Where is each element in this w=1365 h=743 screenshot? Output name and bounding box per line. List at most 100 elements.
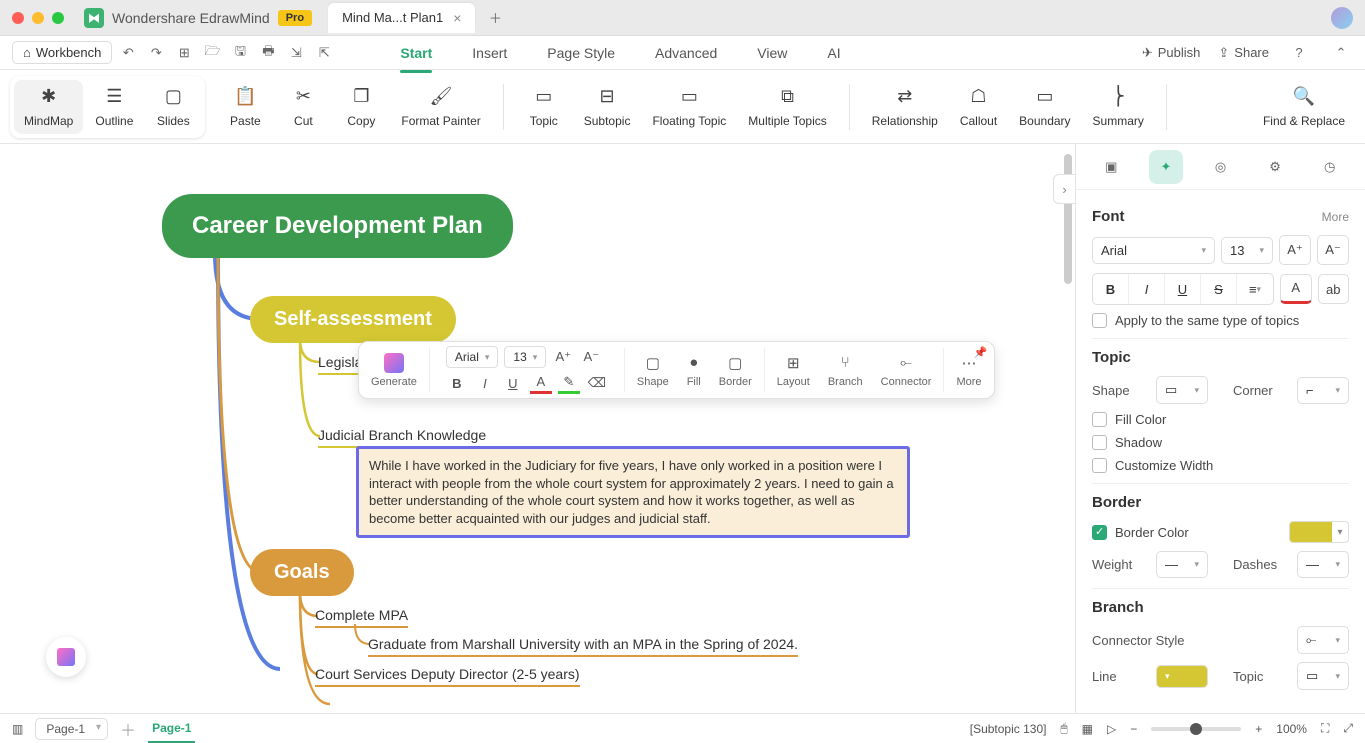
- grid-icon[interactable]: ▦: [1082, 722, 1093, 736]
- present-icon[interactable]: ▷: [1107, 722, 1116, 736]
- underline-toggle[interactable]: U: [1165, 274, 1201, 304]
- tab-start[interactable]: Start: [400, 41, 432, 65]
- clear-format-button[interactable]: ⌫: [586, 372, 608, 394]
- summary-button[interactable]: ⎬Summary: [1083, 80, 1154, 134]
- font-family-dropdown[interactable]: Arial▾: [1092, 237, 1215, 264]
- fit-screen-button[interactable]: ⛶: [1321, 721, 1329, 736]
- decrease-font-panel-button[interactable]: A⁻: [1317, 235, 1349, 265]
- branch-line-color[interactable]: ▾: [1156, 665, 1208, 688]
- collapse-ribbon-button[interactable]: ⌃: [1329, 41, 1353, 65]
- font-color-button[interactable]: A: [530, 372, 552, 394]
- workbench-button[interactable]: ⌂ Workbench: [12, 41, 112, 64]
- connector-button[interactable]: ⟜Connector: [873, 349, 940, 392]
- border-color-checkbox[interactable]: Border Color: [1092, 525, 1283, 540]
- paste-button[interactable]: 📋Paste: [217, 80, 273, 134]
- close-tab-icon[interactable]: ×: [453, 10, 461, 26]
- help-button[interactable]: ?: [1287, 41, 1311, 65]
- panel-tab-ai[interactable]: ✦: [1149, 150, 1183, 184]
- fullscreen-button[interactable]: ⤢: [1343, 721, 1353, 736]
- tab-insert[interactable]: Insert: [472, 41, 507, 65]
- pin-icon[interactable]: 📌: [974, 346, 988, 359]
- weight-dropdown[interactable]: ―▾: [1156, 551, 1208, 578]
- find-replace-button[interactable]: 🔍Find & Replace: [1253, 80, 1355, 134]
- ai-generate-button[interactable]: Generate: [363, 349, 425, 392]
- shape-dropdown[interactable]: ▭▾: [1156, 376, 1208, 404]
- open-file-button[interactable]: 🗁: [200, 41, 224, 65]
- apply-same-type-checkbox[interactable]: Apply to the same type of topics: [1092, 313, 1349, 328]
- node-complete-mpa[interactable]: Complete MPA: [315, 607, 408, 628]
- add-page-button[interactable]: ＋: [120, 717, 136, 741]
- tab-page-style[interactable]: Page Style: [547, 41, 615, 65]
- tab-advanced[interactable]: Advanced: [655, 41, 717, 65]
- node-graduate[interactable]: Graduate from Marshall University with a…: [368, 636, 798, 657]
- font-size-select[interactable]: 13▾: [504, 346, 546, 368]
- collapse-panel-button[interactable]: ›: [1053, 174, 1075, 204]
- bold-toggle[interactable]: B: [1093, 274, 1129, 304]
- border-button[interactable]: ▢Border: [711, 349, 760, 392]
- callout-button[interactable]: ☖Callout: [950, 80, 1007, 134]
- panel-tab-style[interactable]: ▣: [1094, 150, 1128, 184]
- text-case-button[interactable]: ab: [1318, 274, 1350, 304]
- shadow-checkbox[interactable]: Shadow: [1092, 435, 1349, 450]
- user-avatar[interactable]: [1331, 7, 1353, 29]
- node-self-assessment[interactable]: Self-assessment: [250, 296, 456, 343]
- page-tab[interactable]: Page-1: [148, 715, 195, 743]
- highlight-button[interactable]: ✎: [558, 372, 580, 394]
- zoom-value[interactable]: 100%: [1276, 722, 1307, 736]
- font-more-link[interactable]: More: [1322, 210, 1349, 224]
- zoom-in-button[interactable]: +: [1255, 722, 1262, 736]
- node-judicial-branch[interactable]: Judicial Branch Knowledge: [318, 427, 486, 448]
- close-window-button[interactable]: [12, 12, 24, 24]
- tab-view[interactable]: View: [757, 41, 787, 65]
- pages-icon[interactable]: ▥: [12, 722, 23, 736]
- export-button[interactable]: ⇲: [284, 41, 308, 65]
- format-painter-button[interactable]: 🖌Format Painter: [391, 80, 490, 134]
- zoom-out-button[interactable]: −: [1130, 722, 1137, 736]
- fill-color-checkbox[interactable]: Fill Color: [1092, 412, 1349, 427]
- font-size-dropdown[interactable]: 13▾: [1221, 237, 1273, 264]
- node-goals[interactable]: Goals: [250, 549, 354, 596]
- node-root[interactable]: Career Development Plan: [162, 194, 513, 258]
- underline-button[interactable]: U: [502, 372, 524, 394]
- branch-button[interactable]: ⑂Branch: [820, 349, 871, 392]
- publish-button[interactable]: ✈Publish: [1142, 45, 1201, 61]
- zoom-slider[interactable]: [1151, 727, 1241, 731]
- new-tab-button[interactable]: ＋: [485, 8, 505, 28]
- share-button[interactable]: ⇪Share: [1218, 45, 1269, 61]
- save-button[interactable]: 🖫: [228, 41, 252, 65]
- redo-button[interactable]: ↷: [144, 41, 168, 65]
- new-file-button[interactable]: ⊞: [172, 41, 196, 65]
- topic-button[interactable]: ▭Topic: [516, 80, 572, 134]
- boundary-button[interactable]: ▭Boundary: [1009, 80, 1080, 134]
- subtopic-button[interactable]: ⊟Subtopic: [574, 80, 641, 134]
- text-color-button[interactable]: A: [1280, 274, 1312, 304]
- dashes-dropdown[interactable]: ―▾: [1297, 551, 1349, 578]
- layout-button[interactable]: ⊞Layout: [769, 349, 818, 392]
- import-button[interactable]: ⇱: [312, 41, 336, 65]
- increase-font-button[interactable]: A⁺: [552, 346, 574, 368]
- font-family-select[interactable]: Arial▾: [446, 346, 499, 368]
- view-outline[interactable]: ☰Outline: [85, 80, 143, 134]
- corner-dropdown[interactable]: ⌐▾: [1297, 377, 1349, 404]
- canvas[interactable]: Career Development Plan Self-assessment …: [0, 144, 1075, 713]
- view-mindmap[interactable]: ✱MindMap: [14, 80, 83, 134]
- print-button[interactable]: 🖶: [256, 41, 280, 65]
- bold-button[interactable]: B: [446, 372, 468, 394]
- border-color-swatch[interactable]: ▾: [1289, 521, 1349, 543]
- panel-tab-history[interactable]: ◷: [1313, 150, 1347, 184]
- fill-button[interactable]: ●Fill: [679, 349, 709, 392]
- decrease-font-button[interactable]: A⁻: [580, 346, 602, 368]
- minimize-window-button[interactable]: [32, 12, 44, 24]
- connector-style-dropdown[interactable]: ⟜▾: [1297, 626, 1349, 654]
- relationship-button[interactable]: ⇄Relationship: [862, 80, 948, 134]
- strike-toggle[interactable]: S: [1201, 274, 1237, 304]
- branch-topic-dropdown[interactable]: ▭▾: [1297, 662, 1349, 690]
- floating-topic-button[interactable]: ▭Floating Topic: [642, 80, 736, 134]
- tab-ai[interactable]: AI: [827, 41, 840, 65]
- document-tab[interactable]: Mind Ma...t Plan1 ×: [328, 3, 475, 33]
- shape-button[interactable]: ▢Shape: [629, 349, 677, 392]
- cut-button[interactable]: ✂Cut: [275, 80, 331, 134]
- customize-width-checkbox[interactable]: Customize Width: [1092, 458, 1349, 473]
- italic-toggle[interactable]: I: [1129, 274, 1165, 304]
- undo-button[interactable]: ↶: [116, 41, 140, 65]
